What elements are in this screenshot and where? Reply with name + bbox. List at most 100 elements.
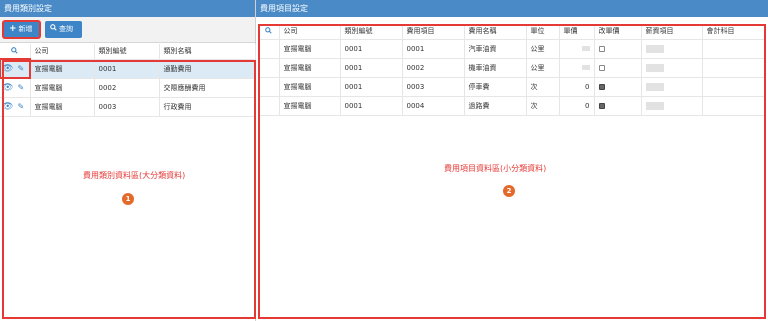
editable-price-checkbox[interactable] <box>598 83 605 90</box>
table-row[interactable]: 宣揚電腦 0001 0001 汽車油資 公里 <box>258 39 765 59</box>
cell-salary-item <box>641 39 703 59</box>
redacted-value <box>645 82 664 91</box>
header-spacer <box>256 17 768 24</box>
cell-item-code: 0001 <box>402 39 465 59</box>
edit-icon[interactable]: ✎ <box>17 83 24 92</box>
item-region-annotation: 費用項目資料區(小分類資料) <box>444 164 547 173</box>
column-header-company[interactable]: 公司 <box>279 24 341 40</box>
item-table: 公司 類別編號 費用項目 費用名稱 單位 單價 改單價 薪資項目 會計科目 宣揚… <box>258 24 765 116</box>
cell-category-code: 0001 <box>340 77 403 97</box>
cell-category-name: 通勤費用 <box>159 59 256 79</box>
redacted-value <box>645 101 664 110</box>
column-header-item-name[interactable]: 費用名稱 <box>464 24 527 40</box>
item-region-badge: 2 <box>503 185 515 197</box>
item-table-header: 公司 類別編號 費用項目 費用名稱 單位 單價 改單價 薪資項目 會計科目 <box>258 24 765 40</box>
cell-salary-item <box>641 96 703 116</box>
redacted-value <box>581 65 590 70</box>
cell-unit: 次 <box>526 77 560 97</box>
cell-editable-price <box>594 39 642 59</box>
table-row[interactable]: 👁 ✎ 宣揚電腦 0001 通勤費用 <box>0 58 256 79</box>
category-table: 公司 類別編號 類別名稱 👁 ✎ 宣揚電腦 0001 通勤費用 👁 ✎ 宣揚電腦 0… <box>0 44 256 117</box>
cell-salary-item <box>641 58 703 78</box>
edit-icon[interactable]: ✎ <box>17 64 24 73</box>
cell-account <box>702 77 765 97</box>
cell-salary-item <box>641 77 703 97</box>
redacted-value <box>581 46 590 51</box>
column-header-unit[interactable]: 單位 <box>526 24 560 40</box>
editable-price-checkbox[interactable] <box>598 64 605 71</box>
cell-unit: 公里 <box>526 58 560 78</box>
column-header-company[interactable]: 公司 <box>30 44 95 60</box>
cell-category-code: 0001 <box>340 39 403 59</box>
cell-editable-price <box>594 96 642 116</box>
cell-unit-price <box>559 58 595 78</box>
column-header-unit-price[interactable]: 單價 <box>559 24 595 40</box>
cell-unit: 公里 <box>526 39 560 59</box>
query-button[interactable]: 查詢 <box>45 21 82 38</box>
editable-price-checkbox[interactable] <box>598 102 605 109</box>
editable-price-checkbox[interactable] <box>598 45 605 52</box>
category-table-header: 公司 類別編號 類別名稱 <box>0 44 256 60</box>
cell-company: 宣揚電腦 <box>279 77 341 97</box>
redacted-value <box>645 44 664 53</box>
table-search-icon[interactable] <box>0 44 31 60</box>
cell-company: 宣揚電腦 <box>30 59 95 79</box>
cell-item-name: 過路費 <box>464 96 527 116</box>
cell-item-code: 0003 <box>402 77 465 97</box>
cell-category-name: 行政費用 <box>159 97 256 117</box>
edit-icon[interactable]: ✎ <box>17 102 24 111</box>
cell-editable-price <box>594 58 642 78</box>
category-toolbar: + 新增 查詢 <box>0 17 255 43</box>
category-region-annotation: 費用類別資料區(大分類資料) <box>83 171 186 180</box>
table-row[interactable]: 宣揚電腦 0001 0004 過路費 次 0 <box>258 96 765 116</box>
column-header-category-code[interactable]: 類別編號 <box>340 24 403 40</box>
cell-account <box>702 58 765 78</box>
cell-item-name: 停車費 <box>464 77 527 97</box>
add-button-label: 新增 <box>18 25 33 33</box>
cell-unit-price: 0 <box>559 77 595 97</box>
redacted-value <box>645 63 664 72</box>
item-panel: 費用項目設定 公司 類別編號 費用項目 費用名稱 單位 單價 改單價 薪資項目 … <box>256 0 768 321</box>
row-actions: 👁 ✎ <box>0 97 31 117</box>
row-spacer <box>258 39 280 59</box>
cell-account <box>702 39 765 59</box>
row-spacer <box>258 96 280 116</box>
cell-company: 宣揚電腦 <box>279 39 341 59</box>
table-row[interactable]: 宣揚電腦 0001 0002 機車油資 公里 <box>258 58 765 78</box>
cell-company: 宣揚電腦 <box>279 96 341 116</box>
cell-item-code: 0002 <box>402 58 465 78</box>
cell-company: 宣揚電腦 <box>30 78 95 98</box>
column-header-editable-price[interactable]: 改單價 <box>594 24 642 40</box>
row-actions: 👁 ✎ <box>0 78 31 98</box>
cell-item-name: 汽車油資 <box>464 39 527 59</box>
table-row[interactable]: 👁 ✎ 宣揚電腦 0002 交際應酬費用 <box>0 78 256 98</box>
cell-category-code: 0002 <box>94 78 160 98</box>
cell-editable-price <box>594 77 642 97</box>
row-actions: 👁 ✎ <box>0 58 31 79</box>
cell-item-name: 機車油資 <box>464 58 527 78</box>
cell-category-code: 0001 <box>340 96 403 116</box>
cell-category-code: 0001 <box>94 59 160 79</box>
eye-icon[interactable]: 👁 <box>2 83 13 93</box>
category-region-badge: 1 <box>122 193 134 205</box>
table-row[interactable]: 👁 ✎ 宣揚電腦 0003 行政費用 <box>0 97 256 117</box>
item-panel-title: 費用項目設定 <box>256 0 768 17</box>
column-header-account[interactable]: 會計科目 <box>702 24 765 40</box>
eye-icon[interactable]: 👁 <box>2 102 13 112</box>
column-header-category-name[interactable]: 類別名稱 <box>159 44 256 60</box>
add-button[interactable]: + 新增 <box>3 21 40 38</box>
plus-icon: + <box>9 24 17 34</box>
column-header-item-code[interactable]: 費用項目 <box>402 24 465 40</box>
table-row[interactable]: 宣揚電腦 0001 0003 停車費 次 0 <box>258 77 765 97</box>
column-header-category-code[interactable]: 類別編號 <box>94 44 160 60</box>
column-header-salary-item[interactable]: 薪資項目 <box>641 24 703 40</box>
eye-icon[interactable]: 👁 <box>2 64 13 74</box>
cell-unit-price: 0 <box>559 96 595 116</box>
cell-unit-price <box>559 39 595 59</box>
row-spacer <box>258 58 280 78</box>
category-panel-title: 費用類別設定 <box>0 0 255 17</box>
cell-company: 宣揚電腦 <box>30 97 95 117</box>
table-search-icon[interactable] <box>258 24 280 40</box>
query-button-label: 查詢 <box>59 25 73 33</box>
cell-unit: 次 <box>526 96 560 116</box>
